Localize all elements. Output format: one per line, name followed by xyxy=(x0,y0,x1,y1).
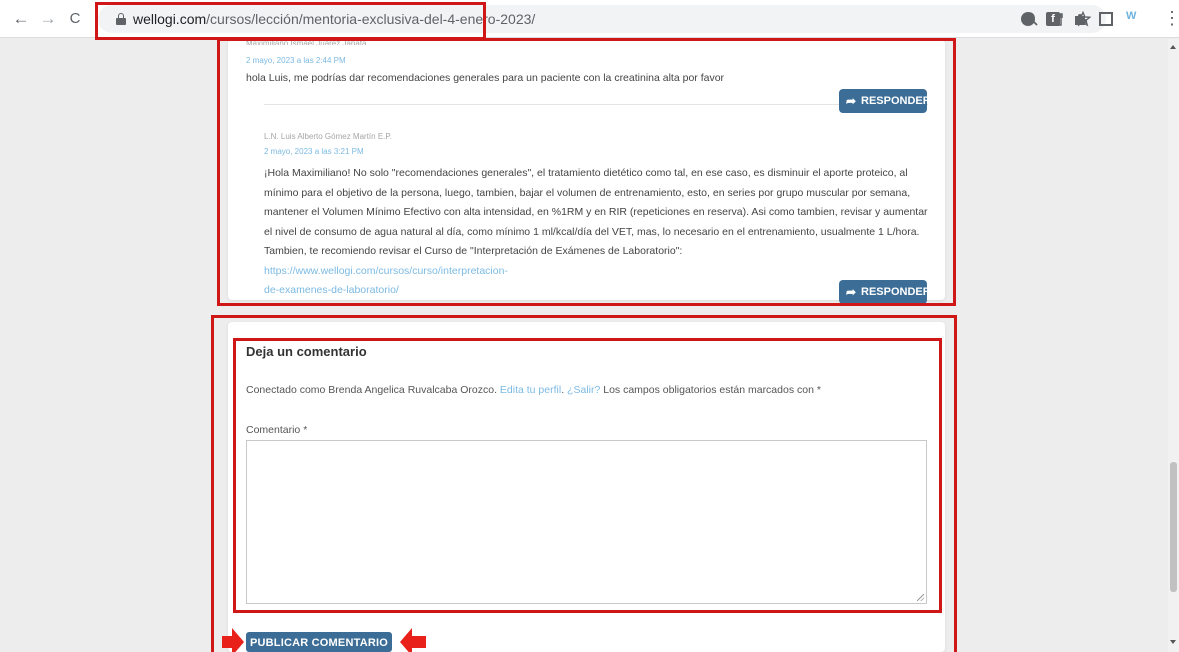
course-link-continued[interactable]: de-examenes-de-laboratorio/ xyxy=(264,284,399,296)
reload-icon[interactable]: C xyxy=(64,8,86,30)
reply-button[interactable]: ➦ RESPONDER xyxy=(839,89,931,113)
scroll-up-arrow-icon[interactable] xyxy=(1170,45,1176,49)
sidepanel-icon[interactable] xyxy=(1099,12,1113,26)
logout-link[interactable]: ¿Salir? xyxy=(567,384,600,396)
course-link[interactable]: https://www.wellogi.com/cursos/curso/int… xyxy=(264,265,508,277)
extension-circle-icon[interactable] xyxy=(1021,12,1035,26)
kebab-menu-icon[interactable]: ⋮ xyxy=(1163,9,1179,27)
left-arrow-annotation-tail xyxy=(411,636,426,648)
forward-icon[interactable]: → xyxy=(37,8,59,30)
back-icon[interactable]: ← xyxy=(10,8,32,30)
reply-text: ¡Hola Maximiliano! No solo "recomendacio… xyxy=(264,167,928,296)
comment-textarea[interactable] xyxy=(246,440,927,604)
url-highlight-box xyxy=(95,2,486,40)
comment-author: Maximiliano Ismael Juárez Japata xyxy=(246,39,367,45)
scroll-thumb[interactable] xyxy=(1170,462,1177,592)
page-scrollbar[interactable] xyxy=(1168,39,1179,652)
edit-profile-link[interactable]: Edita tu perfil xyxy=(500,384,561,396)
extension-f-icon[interactable]: f xyxy=(1046,12,1060,26)
comment-divider xyxy=(264,104,928,105)
scroll-down-arrow-icon[interactable] xyxy=(1170,640,1176,644)
reply-arrow-icon: ➦ xyxy=(846,285,857,299)
wellogi-extension-icon[interactable]: W xyxy=(1126,10,1140,24)
reply-button[interactable]: ➦ RESPONDER xyxy=(839,280,931,304)
logged-in-note: Conectado como Brenda Angelica Ruvalcaba… xyxy=(246,384,821,396)
comment-label: Comentario * xyxy=(246,424,308,436)
comment-date[interactable]: 2 mayo, 2023 a las 2:44 PM xyxy=(246,56,346,65)
publish-comment-button[interactable]: PUBLICAR COMENTARIO xyxy=(246,632,392,652)
reply-author: L.N. Luis Alberto Gómez Martín E.P. xyxy=(264,132,392,141)
puzzle-icon[interactable] xyxy=(1073,12,1087,26)
right-arrow-icon xyxy=(232,628,244,652)
reply-date[interactable]: 2 mayo, 2023 a las 3:21 PM xyxy=(264,147,364,156)
resize-grip-icon[interactable] xyxy=(917,594,924,601)
comment-text: hola Luis, me podrías dar recomendacione… xyxy=(246,72,725,84)
reply-arrow-icon: ➦ xyxy=(846,94,857,108)
form-title: Deja un comentario xyxy=(246,344,367,359)
